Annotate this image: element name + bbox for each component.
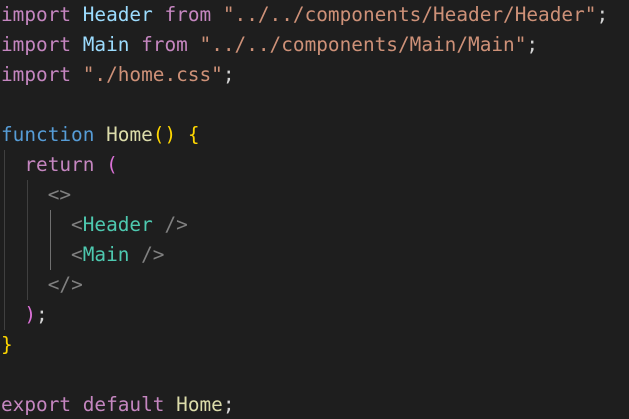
code-line-8: <Header /> <box>1 210 188 240</box>
import-path-string: "./home.css" <box>82 63 223 86</box>
fragment-open-bracket: < <box>47 183 60 206</box>
export-identifier: Home <box>176 393 223 416</box>
open-brace: { <box>187 123 200 146</box>
keyword-import: import <box>1 33 72 56</box>
code-line-3: import "./home.css"; <box>1 60 235 90</box>
keyword-return: return <box>24 153 95 176</box>
fragment-end-open: </ <box>47 273 72 296</box>
open-paren: ( <box>106 153 118 176</box>
function-params: () <box>152 123 177 146</box>
import-identifier: Main <box>82 33 130 56</box>
tag-open-bracket: < <box>71 243 83 266</box>
import-identifier: Header <box>82 3 153 26</box>
fragment-close-bracket: > <box>59 183 72 206</box>
keyword-import: import <box>1 63 72 86</box>
component-tag-main: Main <box>82 243 130 266</box>
code-line-12: } <box>1 330 13 360</box>
close-paren: ) <box>24 303 37 326</box>
code-line-7: <> <box>1 180 71 210</box>
code-line-9: <Main /> <box>1 240 164 270</box>
component-tag-header: Header <box>82 213 153 236</box>
code-line-14: export default Home; <box>1 390 235 419</box>
semicolon: ; <box>36 303 48 326</box>
keyword-import: import <box>1 3 72 26</box>
semicolon: ; <box>222 393 235 416</box>
fragment-end-close: > <box>71 273 83 296</box>
tag-self-close: /> <box>152 213 188 236</box>
keyword-export: export <box>1 393 72 416</box>
semicolon: ; <box>596 3 609 26</box>
keyword-from: from <box>141 33 188 56</box>
semicolon: ; <box>526 33 539 56</box>
keyword-from: from <box>164 3 212 26</box>
code-line-10: </> <box>1 270 83 300</box>
code-line-5: function Home() { <box>1 120 200 150</box>
close-brace: } <box>1 333 13 356</box>
keyword-default: default <box>82 393 165 416</box>
import-path-string: "../../components/Header/Header" <box>222 3 597 26</box>
code-line-6: return ( <box>1 150 118 180</box>
code-line-11: ); <box>1 300 48 330</box>
semicolon: ; <box>222 63 235 86</box>
tag-self-close: /> <box>129 243 165 266</box>
keyword-function: function <box>1 123 95 146</box>
code-line-1: import Header from "../../components/Hea… <box>1 0 608 30</box>
tag-open-bracket: < <box>71 213 83 236</box>
code-line-2: import Main from "../../components/Main/… <box>1 30 538 60</box>
function-name: Home <box>106 123 153 146</box>
import-path-string: "../../components/Main/Main" <box>199 33 527 56</box>
code-editor[interactable]: import Header from "../../components/Hea… <box>0 0 629 419</box>
